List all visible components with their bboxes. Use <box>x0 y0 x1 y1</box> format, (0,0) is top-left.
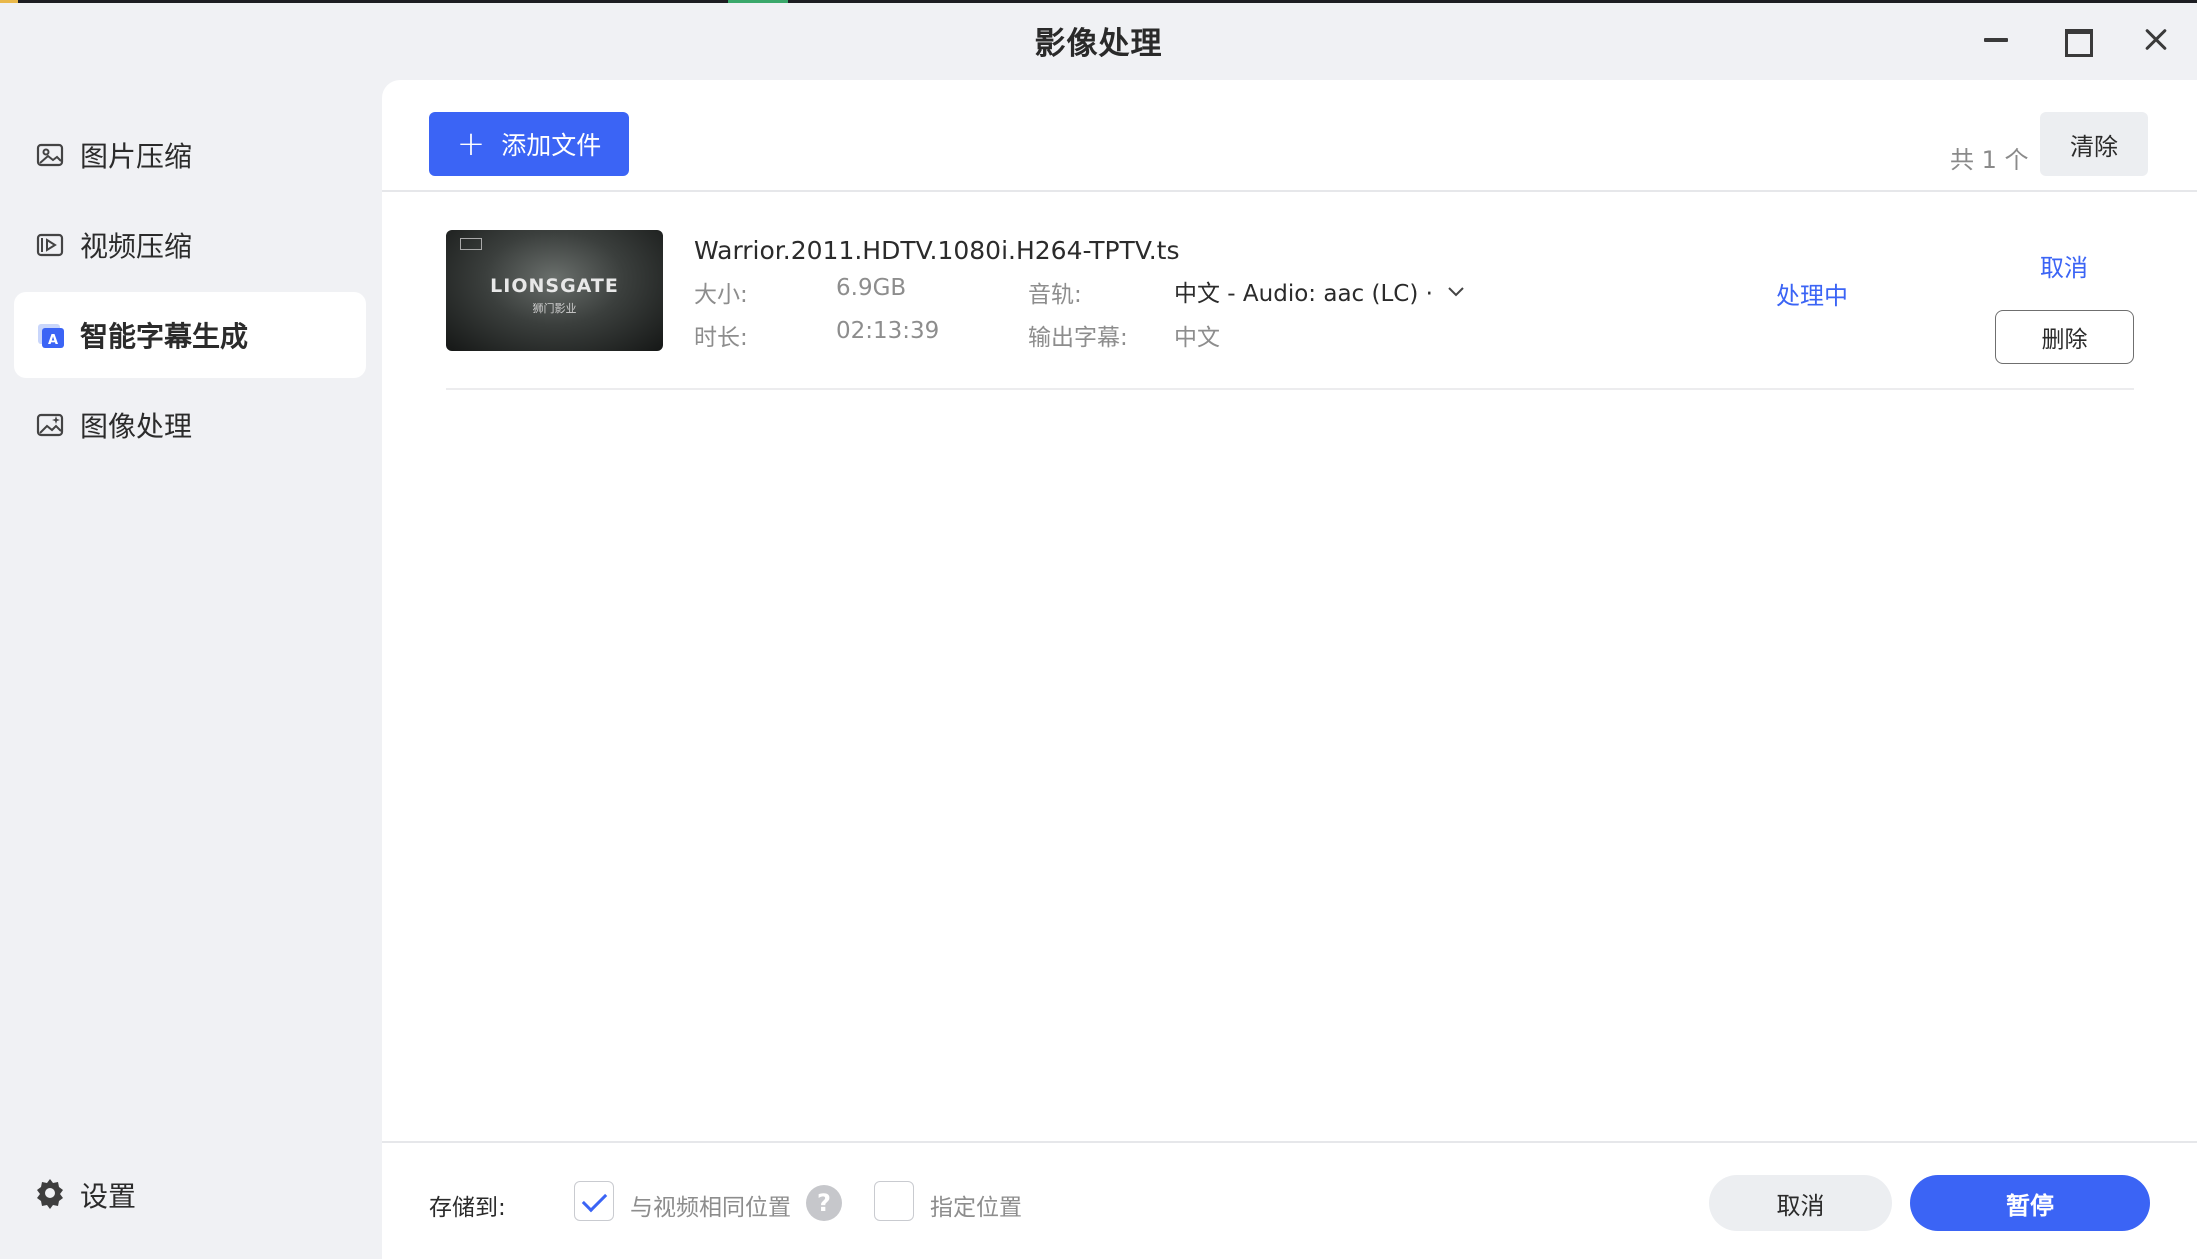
sidebar-item-smart-subtitle[interactable]: A 智能字幕生成 <box>14 292 366 378</box>
settings-button[interactable]: 设置 <box>14 1165 136 1225</box>
custom-location-label: 指定位置 <box>930 1195 1022 1221</box>
audio-track-label: 音轨: <box>1028 282 1082 308</box>
file-count: 共 1 个 <box>1950 146 2029 174</box>
same-location-label: 与视频相同位置 <box>630 1195 791 1221</box>
header-divider <box>382 190 2197 192</box>
output-subtitle-value: 中文 <box>1174 325 1220 351</box>
rating-badge <box>460 238 482 250</box>
sidebar-item-video-compress[interactable]: 视频压缩 <box>14 202 366 288</box>
window-title: 影像处理 <box>1034 26 1163 62</box>
sidebar-item-image-compress[interactable]: 图片压缩 <box>14 112 366 198</box>
sidebar-item-label: 图像处理 <box>80 410 193 443</box>
video-thumbnail: LIONSGATE 狮门影业 <box>446 230 663 351</box>
gear-icon <box>34 1177 66 1213</box>
delete-button[interactable]: 删除 <box>1995 310 2134 364</box>
video-compress-icon <box>34 229 66 261</box>
thumbnail-logo-text: LIONSGATE <box>490 275 619 297</box>
svg-text:A: A <box>48 333 58 348</box>
chevron-down-icon <box>1447 278 1465 304</box>
row-divider <box>446 388 2134 390</box>
add-file-button[interactable]: + 添加文件 <box>429 112 629 176</box>
footer-divider <box>382 1141 2197 1143</box>
status-badge: 处理中 <box>1776 282 1848 310</box>
audio-track-value: 中文 - Audio: aac (LC) · <box>1174 281 1433 307</box>
plus-icon: + <box>456 124 486 164</box>
audio-track-select[interactable]: 中文 - Audio: aac (LC) · <box>1174 274 1465 308</box>
save-to-label: 存储到: <box>429 1195 506 1221</box>
sidebar-item-label: 图片压缩 <box>80 140 193 173</box>
sidebar-item-label: 视频压缩 <box>80 230 193 263</box>
custom-location-checkbox[interactable] <box>874 1181 914 1221</box>
close-button[interactable] <box>2136 20 2176 60</box>
output-subtitle-label: 输出字幕: <box>1028 325 1128 351</box>
add-file-label: 添加文件 <box>501 131 602 160</box>
duration-value: 02:13:39 <box>836 318 940 344</box>
sidebar: 图片压缩 视频压缩 A 智能字幕生成 图像处理 设置 <box>0 80 382 1259</box>
cancel-link[interactable]: 取消 <box>2040 248 2088 283</box>
sidebar-item-image-process[interactable]: 图像处理 <box>14 382 366 468</box>
maximize-button[interactable] <box>2056 20 2096 60</box>
duration-label: 时长: <box>694 325 748 351</box>
minimize-button[interactable] <box>1976 20 2016 60</box>
file-name: Warrior.2011.HDTV.1080i.H264-TPTV.ts <box>694 236 1180 265</box>
settings-label: 设置 <box>80 1180 137 1213</box>
main-panel: + 添加文件 共 1 个 清除 LIONSGATE 狮门影业 Warrior.2… <box>382 80 2197 1259</box>
subtitle-icon: A <box>34 319 66 351</box>
file-row: LIONSGATE 狮门影业 Warrior.2011.HDTV.1080i.H… <box>446 230 2134 390</box>
thumbnail-sub-text: 狮门影业 <box>532 302 577 315</box>
same-location-checkbox[interactable] <box>574 1181 614 1221</box>
image-compress-icon <box>34 139 66 171</box>
image-process-icon <box>34 409 66 441</box>
footer-cancel-button[interactable]: 取消 <box>1709 1175 1892 1231</box>
clear-button[interactable]: 清除 <box>2040 112 2148 176</box>
pause-button[interactable]: 暂停 <box>1910 1175 2150 1231</box>
size-label: 大小: <box>694 282 748 308</box>
help-icon[interactable]: ? <box>806 1185 842 1221</box>
size-value: 6.9GB <box>836 275 907 301</box>
title-bar: 影像处理 <box>0 0 2197 80</box>
sidebar-item-label: 智能字幕生成 <box>80 320 249 353</box>
